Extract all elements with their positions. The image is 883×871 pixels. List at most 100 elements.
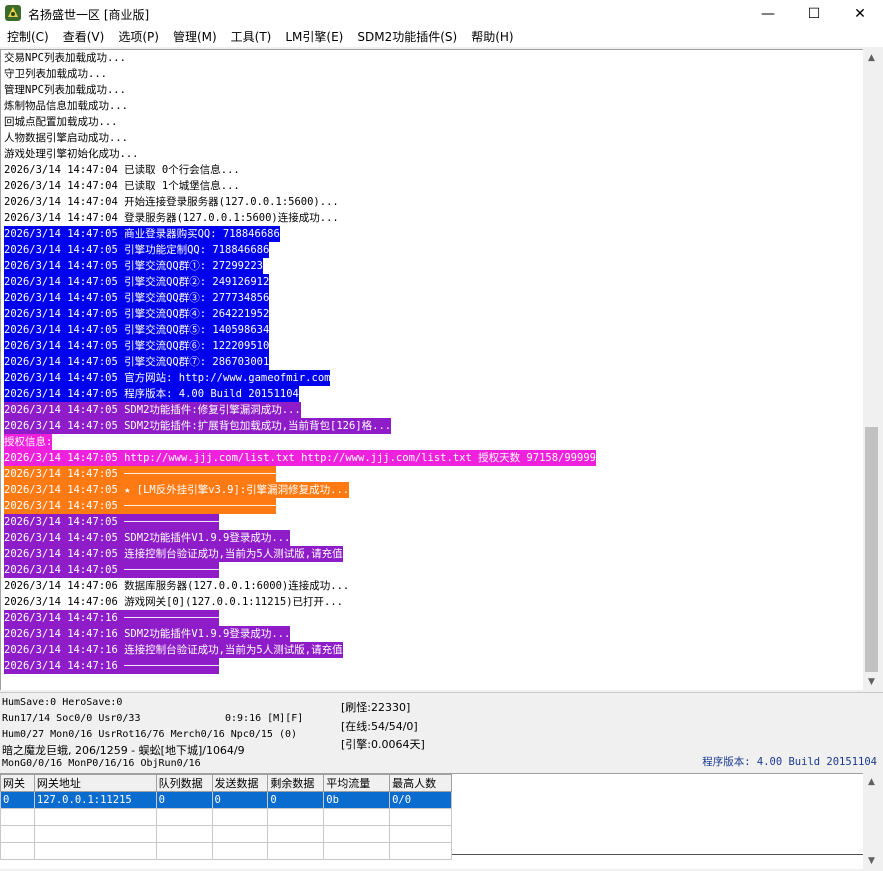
grid-header: 网关 网关地址 队列数据 发送数据 剩余数据 平均流量 最高人数	[0, 774, 452, 792]
scroll-up-icon[interactable]: ▲	[863, 773, 880, 790]
divider	[452, 854, 863, 855]
status-monster: 暗之魔龙巨蛾, 206/1259 - 蜈蚣[地下城]/1064/9	[2, 744, 245, 757]
scroll-down-icon[interactable]: ▼	[863, 673, 880, 690]
log-line: 2026/3/14 14:47:05 引擎功能定制QQ: 718846686	[1, 242, 863, 258]
log-line-text: 2026/3/14 14:47:16 连接控制台验证成功,当前为5人测试版,请充…	[4, 642, 343, 658]
table-row-empty	[0, 842, 452, 860]
log-line-text: 2026/3/14 14:47:05 ─────────────────────…	[4, 498, 276, 514]
log-line-text: 2026/3/14 14:47:05 SDM2功能插件:扩展背包加载成功,当前背…	[4, 418, 392, 434]
log-line: 2026/3/14 14:47:16 ───────────────	[1, 658, 863, 674]
log-line: 2026/3/14 14:47:05 引擎交流QQ群⑥: 122209510	[1, 338, 863, 354]
log-line: 2026/3/14 14:47:04 登录服务器(127.0.0.1:5600)…	[1, 210, 863, 226]
log-line-text: 2026/3/14 14:47:05 引擎交流QQ群④: 264221952	[4, 306, 270, 322]
menu-control[interactable]: 控制(C)	[0, 27, 56, 47]
menu-manage[interactable]: 管理(M)	[166, 27, 224, 47]
log-line-text: 交易NPC列表加载成功...	[4, 52, 126, 64]
cell-remaining: 0	[267, 791, 325, 809]
log-line: 2026/3/14 14:47:05 官方网站: http://www.game…	[1, 370, 863, 386]
menu-sdm2-plugin[interactable]: SDM2功能插件(S)	[350, 27, 464, 47]
cell-max-users: 0/0	[389, 791, 452, 809]
log-line: 2026/3/14 14:47:16 连接控制台验证成功,当前为5人测试版,请充…	[1, 642, 863, 658]
log-line: 2026/3/14 14:47:05 引擎交流QQ群⑦: 286703001	[1, 354, 863, 370]
col-remaining[interactable]: 剩余数据	[267, 774, 325, 792]
scroll-thumb[interactable]	[865, 427, 878, 672]
menu-lm-engine[interactable]: LM引擎(E)	[278, 27, 350, 47]
log-line: 守卫列表加载成功...	[1, 66, 863, 82]
minimize-button[interactable]: —	[745, 0, 791, 27]
col-queue[interactable]: 队列数据	[155, 774, 213, 792]
log-line: 2026/3/14 14:47:05 商业登录器购买QQ: 718846686	[1, 226, 863, 242]
scroll-up-icon[interactable]: ▲	[863, 49, 880, 66]
close-icon: ✕	[854, 5, 866, 22]
col-max-users[interactable]: 最高人数	[389, 774, 452, 792]
status-online: [在线:54/54/0]	[341, 720, 418, 733]
log-line-text: 2026/3/14 14:47:16 SDM2功能插件V1.9.9登录成功...	[4, 626, 291, 642]
table-row-empty	[0, 825, 452, 843]
log-line: 2026/3/14 14:47:04 已读取 1个城堡信息...	[1, 178, 863, 194]
log-line-text: 2026/3/14 14:47:04 开始连接登录服务器(127.0.0.1:5…	[4, 196, 339, 208]
status-save: HumSave:0 HeroSave:0	[2, 697, 123, 708]
log-line: 2026/3/14 14:47:05 引擎交流QQ群③: 277734856	[1, 290, 863, 306]
cell-avg-traffic: 0b	[323, 791, 391, 809]
log-line-text: 2026/3/14 14:47:05 http://www.jjj.com/li…	[4, 450, 596, 466]
log-line: 2026/3/14 14:47:05 ★ [LM反外挂引擎v3.9]:引擎漏洞修…	[1, 482, 863, 498]
log-line: 交易NPC列表加载成功...	[1, 50, 863, 66]
log-line-text: 2026/3/14 14:47:05 SDM2功能插件:修复引擎漏洞成功...	[4, 402, 301, 418]
log-line-text: 2026/3/14 14:47:05 引擎交流QQ群①: 27299223	[4, 258, 263, 274]
log-line: 2026/3/14 14:47:06 数据库服务器(127.0.0.1:6000…	[1, 578, 863, 594]
log-line-text: 2026/3/14 14:47:05 ─────────────────────…	[4, 466, 276, 482]
col-address[interactable]: 网关地址	[33, 774, 157, 792]
status-hum: Hum0/27 Mon0/16 UsrRot16/76 Merch0/16 Np…	[2, 729, 298, 740]
col-avg-traffic[interactable]: 平均流量	[323, 774, 391, 792]
log-line-text: 2026/3/14 14:47:05 引擎交流QQ群②: 249126912	[4, 274, 270, 290]
menu-options[interactable]: 选项(P)	[111, 27, 166, 47]
log-line-text: 2026/3/14 14:47:05 连接控制台验证成功,当前为5人测试版,请充…	[4, 546, 343, 562]
table-row[interactable]: 0 127.0.0.1:11215 0 0 0 0b 0/0	[0, 791, 452, 809]
log-line-text: 守卫列表加载成功...	[4, 68, 107, 80]
log-line-text: 2026/3/14 14:47:05 SDM2功能插件V1.9.9登录成功...	[4, 530, 291, 546]
window-title: 名扬盛世一区 [商业版]	[28, 8, 150, 22]
cell-gateway: 0	[0, 791, 35, 809]
cell-sent: 0	[211, 791, 269, 809]
log-output[interactable]: 交易NPC列表加载成功... 守卫列表加载成功... 管理NPC列表加载成功... 炼…	[0, 49, 863, 690]
cell-address: 127.0.0.1:11215	[33, 791, 157, 809]
status-engine: [引擎:0.0064天]	[341, 738, 425, 751]
log-line-text: 2026/3/14 14:47:05 引擎交流QQ群⑦: 286703001	[4, 354, 270, 370]
log-line-text: 2026/3/14 14:47:06 游戏网关[0](127.0.0.1:112…	[4, 596, 344, 608]
menu-help[interactable]: 帮助(H)	[464, 27, 520, 47]
log-line-text: 2026/3/14 14:47:06 数据库服务器(127.0.0.1:6000…	[4, 580, 350, 592]
log-line: 授权信息:	[1, 434, 863, 450]
status-panel: HumSave:0 HeroSave:0 Run17/14 Soc0/0 Usr…	[0, 692, 883, 772]
log-scrollbar[interactable]: ▲ ▼	[863, 49, 880, 690]
maximize-button[interactable]: ☐	[791, 0, 837, 27]
gateway-extra-pane	[452, 773, 863, 869]
menu-tools[interactable]: 工具(T)	[224, 27, 279, 47]
log-line: 2026/3/14 14:47:05 http://www.jjj.com/li…	[1, 450, 863, 466]
col-sent[interactable]: 发送数据	[211, 774, 269, 792]
gateway-grid[interactable]: 网关 网关地址 队列数据 发送数据 剩余数据 平均流量 最高人数 0 127.0…	[0, 773, 452, 869]
log-line: 回城点配置加载成功...	[1, 114, 863, 130]
log-line: 2026/3/14 14:47:05 引擎交流QQ群④: 264221952	[1, 306, 863, 322]
log-line-text: 2026/3/14 14:47:04 已读取 1个城堡信息...	[4, 180, 240, 192]
status-refresh: [刷怪:22330]	[341, 701, 411, 714]
log-line-text: 2026/3/14 14:47:05 引擎交流QQ群③: 277734856	[4, 290, 270, 306]
log-line: 2026/3/14 14:47:05 连接控制台验证成功,当前为5人测试版,请充…	[1, 546, 863, 562]
menu-view[interactable]: 查看(V)	[56, 27, 112, 47]
log-line-text: 2026/3/14 14:47:04 已读取 0个行会信息...	[4, 164, 240, 176]
status-mong: MonG0/0/16 MonP0/16/16 ObjRun0/16	[2, 758, 201, 769]
menu-bar: 控制(C) 查看(V) 选项(P) 管理(M) 工具(T) LM引擎(E) SD…	[0, 27, 883, 47]
log-line: 2026/3/14 14:47:05 ─────────────────────…	[1, 498, 863, 514]
app-icon	[5, 5, 21, 21]
log-line-text: 回城点配置加载成功...	[4, 116, 118, 128]
log-line-text: 管理NPC列表加载成功...	[4, 84, 126, 96]
log-line-text: 2026/3/14 14:47:04 登录服务器(127.0.0.1:5600)…	[4, 212, 339, 224]
log-line-text: 2026/3/14 14:47:05 程序版本: 4.00 Build 2015…	[4, 386, 299, 402]
log-line: 2026/3/14 14:47:16 ───────────────	[1, 610, 863, 626]
col-gateway[interactable]: 网关	[0, 774, 35, 792]
scroll-down-icon[interactable]: ▼	[863, 852, 880, 869]
grid-scrollbar[interactable]: ▲ ▼	[863, 773, 880, 869]
log-line-text: 授权信息:	[4, 434, 53, 450]
close-button[interactable]: ✕	[837, 0, 883, 27]
log-line: 管理NPC列表加载成功...	[1, 82, 863, 98]
maximize-icon: ☐	[807, 5, 821, 22]
